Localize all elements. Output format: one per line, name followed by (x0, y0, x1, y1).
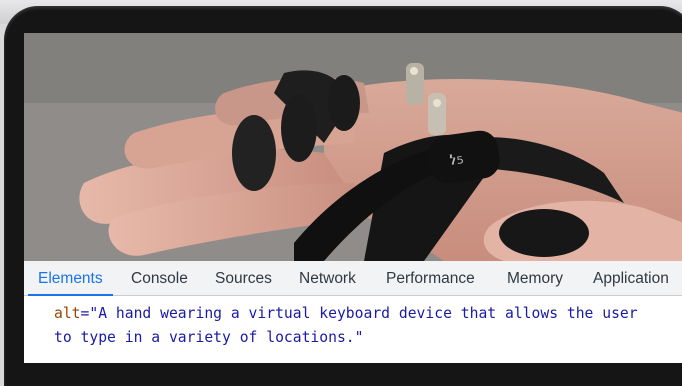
tab-sources[interactable]: Sources (215, 261, 272, 295)
tab-performance[interactable]: Performance (386, 261, 475, 295)
tab-application[interactable]: Application (593, 261, 669, 295)
hand-device-photo: ነ₅ (24, 33, 682, 261)
svg-text:ነ₅: ነ₅ (448, 147, 465, 170)
tab-memory[interactable]: Memory (507, 261, 563, 295)
attribute-value-line1: "A hand wearing a virtual keyboard devic… (89, 305, 638, 322)
tab-elements[interactable]: Elements (28, 261, 113, 296)
devtools-tabbar: Elements Console Sources Network Perform… (24, 261, 682, 296)
tab-console[interactable]: Console (131, 261, 188, 295)
alt-attribute-code[interactable]: alt="A hand wearing a virtual keyboard d… (54, 302, 674, 350)
tab-network[interactable]: Network (299, 261, 356, 295)
laptop-screen: ነ₅ Elements Console Sources Network Perf… (24, 33, 682, 363)
attribute-name: alt (54, 305, 81, 322)
attribute-value-line2: to type in a variety of locations." (54, 329, 364, 346)
photo-illustration: ነ₅ (24, 33, 682, 261)
devtools-panel: Elements Console Sources Network Perform… (24, 261, 682, 363)
